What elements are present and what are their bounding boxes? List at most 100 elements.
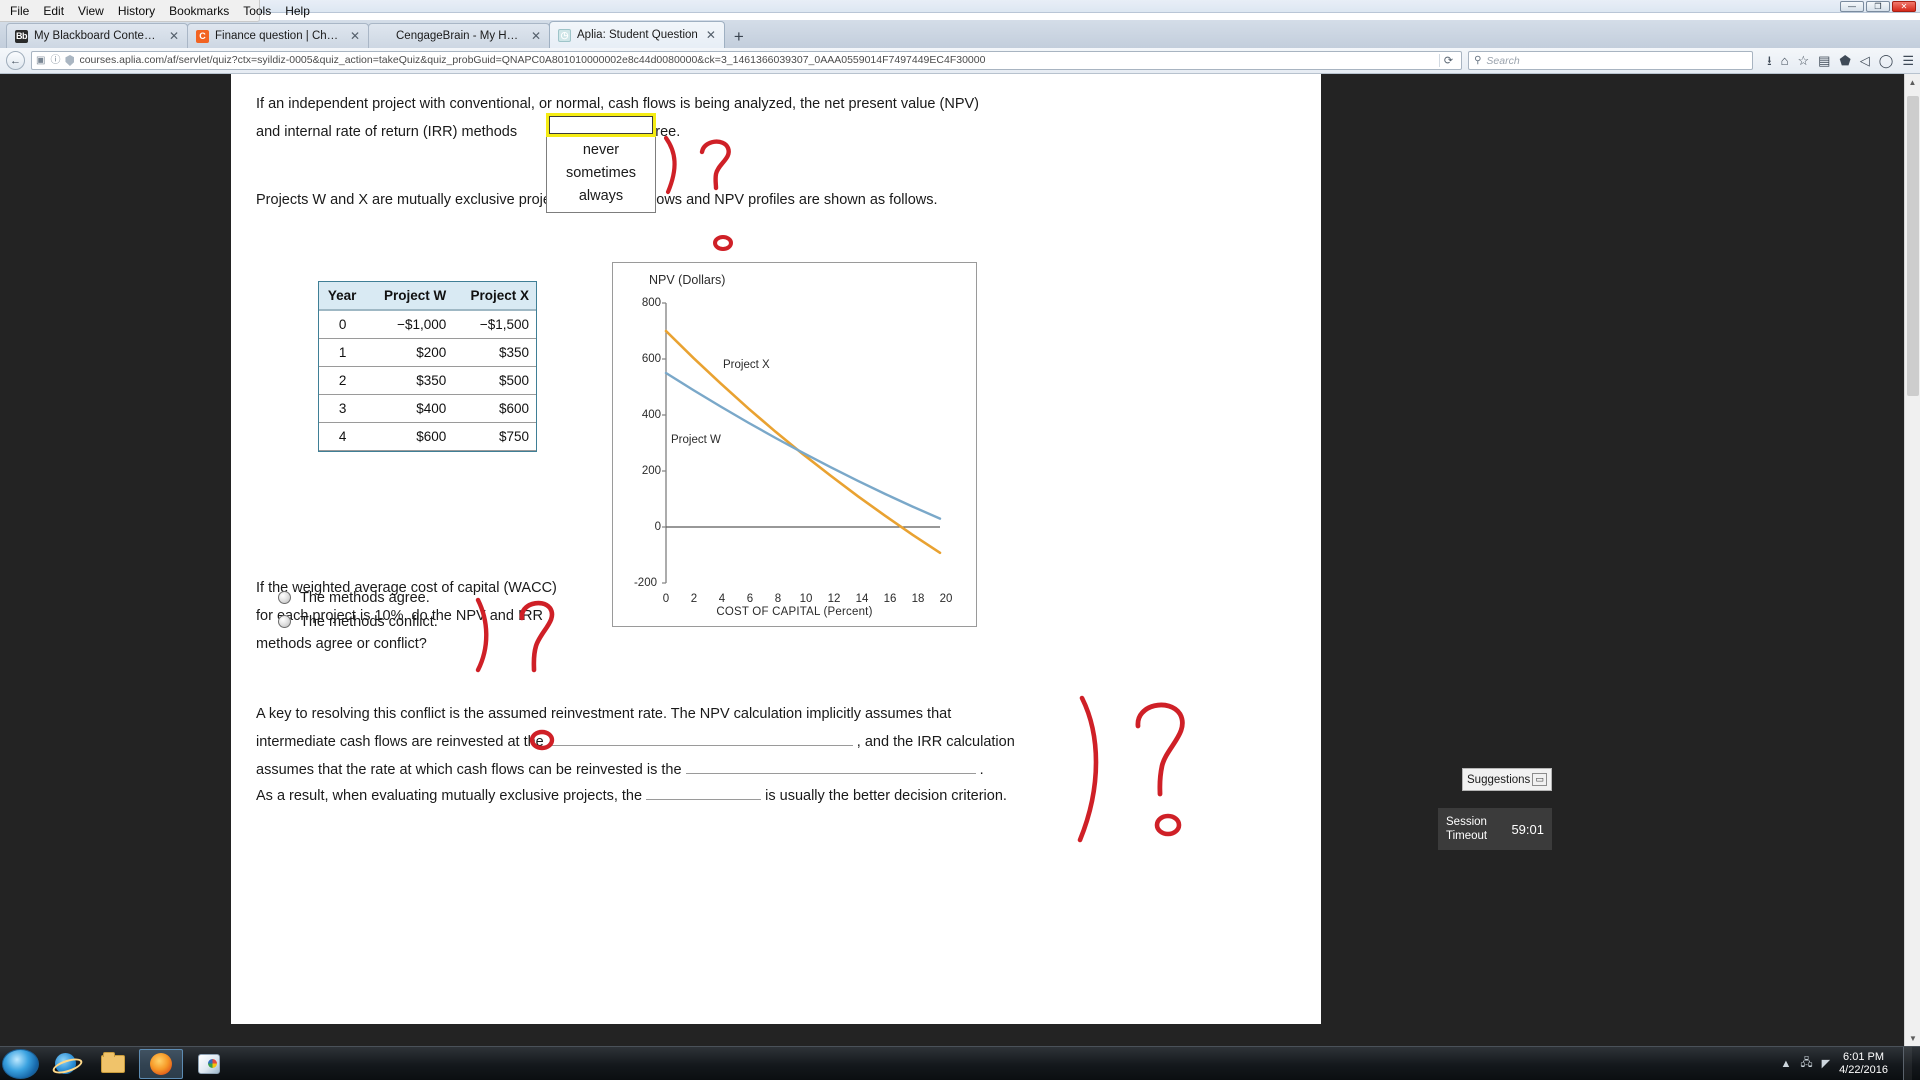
- cell-project-x: $600: [453, 395, 536, 423]
- search-bar[interactable]: ⚲ Search: [1468, 51, 1753, 70]
- result-blank[interactable]: [646, 799, 761, 800]
- taskbar-internet-explorer[interactable]: [43, 1049, 87, 1079]
- dropdown-option-sometimes[interactable]: sometimes: [547, 162, 655, 185]
- reinvest-blank-2[interactable]: [686, 773, 976, 774]
- npv-profile-chart: NPV (Dollars) 800 600 400 200 0 -200 0 2…: [612, 262, 977, 627]
- bookmark-star-icon[interactable]: ☆: [1798, 54, 1810, 67]
- radio-icon[interactable]: [278, 591, 291, 604]
- maximize-button[interactable]: ❐: [1866, 1, 1890, 12]
- tab-cengagebrain[interactable]: CengageBrain - My Home ✕: [368, 23, 550, 48]
- identity-icon[interactable]: ⓘ: [50, 56, 60, 66]
- library-icon[interactable]: ▤: [1818, 54, 1830, 67]
- network-icon[interactable]: 🖧: [1800, 1054, 1812, 1073]
- close-icon[interactable]: ✕: [167, 30, 181, 42]
- result-paragraph: As a result, when evaluating mutually ex…: [256, 782, 1256, 810]
- menu-edit[interactable]: Edit: [37, 3, 70, 19]
- page-icon: ▣: [36, 56, 45, 66]
- url-text: courses.aplia.com/af/servlet/quiz?ctx=sy…: [79, 55, 1433, 66]
- menu-bookmarks[interactable]: Bookmarks: [163, 3, 235, 19]
- reinvest-line-2a: intermediate cash flows are reinvested a…: [256, 734, 544, 750]
- radio-option-methods-agree[interactable]: The methods agree.: [278, 586, 438, 609]
- cell-project-w: $200: [366, 339, 453, 367]
- tab-label: My Blackboard Content – ...: [34, 30, 161, 42]
- menu-history[interactable]: History: [112, 3, 161, 19]
- scroll-up-icon[interactable]: ▲: [1905, 74, 1920, 90]
- menu-help[interactable]: Help: [279, 3, 316, 19]
- tab-aplia-student-question[interactable]: ◷ Aplia: Student Question ✕: [549, 21, 725, 48]
- close-icon[interactable]: ✕: [348, 30, 362, 42]
- wacc-line-3: methods agree or conflict?: [256, 636, 427, 652]
- blank-icon: [377, 30, 390, 43]
- reinvest-blank-1[interactable]: [548, 745, 853, 746]
- windows-taskbar: ▲ 🖧 ◤ 6:01 PM 4/22/2016: [0, 1046, 1920, 1080]
- internet-explorer-icon: [55, 1053, 76, 1074]
- radio-option-methods-conflict[interactable]: The methods conflict.: [278, 610, 438, 633]
- tab-strip: Bb My Blackboard Content – ... ✕ C Finan…: [0, 20, 1920, 48]
- tab-label: Aplia: Student Question: [577, 29, 698, 41]
- cell-year: 2: [319, 367, 366, 395]
- clock-time: 6:01 PM: [1839, 1051, 1888, 1064]
- file-explorer-icon: [101, 1055, 125, 1073]
- taskbar-firefox[interactable]: [139, 1049, 183, 1079]
- header-project-x: Project X: [453, 282, 536, 310]
- menu-tools[interactable]: Tools: [237, 3, 277, 19]
- taskbar-paint[interactable]: [187, 1049, 231, 1079]
- scroll-down-icon[interactable]: ▼: [1905, 1030, 1920, 1046]
- volume-icon[interactable]: ◤: [1822, 1057, 1830, 1070]
- shield-icon: [65, 55, 74, 66]
- start-button[interactable]: [2, 1049, 39, 1079]
- chart-plot-area: [613, 263, 978, 628]
- table-row: 1 $200 $350: [319, 339, 536, 367]
- tab-blackboard[interactable]: Bb My Blackboard Content – ... ✕: [6, 23, 188, 48]
- taskbar-clock[interactable]: 6:01 PM 4/22/2016: [1839, 1051, 1894, 1077]
- dropdown-option-never[interactable]: never: [547, 139, 655, 162]
- table-row: 3 $400 $600: [319, 395, 536, 423]
- paragraph1-line1: If an independent project with conventio…: [256, 96, 979, 112]
- menu-view[interactable]: View: [72, 3, 110, 19]
- minimize-button[interactable]: —: [1840, 1, 1864, 12]
- back-button[interactable]: ←: [6, 51, 25, 70]
- url-bar[interactable]: ▣ ⓘ courses.aplia.com/af/servlet/quiz?ct…: [31, 51, 1462, 70]
- cell-year: 3: [319, 395, 366, 423]
- home-icon[interactable]: ⌂: [1781, 54, 1789, 67]
- timeout-label-line1: Session: [1446, 815, 1487, 829]
- window-controls: — ❐ ✕: [1840, 1, 1916, 12]
- chat-icon[interactable]: ◯: [1879, 54, 1894, 67]
- close-icon[interactable]: ✕: [704, 29, 718, 41]
- tab-label: Finance question | Chegg.c...: [215, 30, 342, 42]
- menu-icon[interactable]: ☰: [1902, 54, 1914, 67]
- result-line-a: As a result, when evaluating mutually ex…: [256, 788, 642, 804]
- dropdown-option-always[interactable]: always: [547, 185, 655, 208]
- menu-file[interactable]: File: [4, 3, 35, 19]
- close-button[interactable]: ✕: [1892, 1, 1916, 12]
- taskbar-file-explorer[interactable]: [91, 1049, 135, 1079]
- radio-label: The methods agree.: [300, 590, 430, 606]
- cell-project-x: −$1,500: [453, 310, 536, 339]
- panel-icon[interactable]: ▭: [1532, 773, 1547, 786]
- radio-icon[interactable]: [278, 615, 291, 628]
- show-hidden-icon[interactable]: ▲: [1780, 1058, 1791, 1070]
- suggestions-label: Suggestions: [1467, 774, 1530, 786]
- tab-chegg[interactable]: C Finance question | Chegg.c... ✕: [187, 23, 369, 48]
- suggestions-panel[interactable]: Suggestions ▭: [1462, 768, 1552, 791]
- show-desktop-button[interactable]: [1903, 1047, 1912, 1080]
- aplia-clock-icon: ◷: [558, 29, 571, 42]
- cell-project-x: $350: [453, 339, 536, 367]
- download-icon[interactable]: ⭳: [1767, 54, 1772, 67]
- page-scrollbar[interactable]: ▲ ▼: [1904, 74, 1920, 1046]
- radio-label: The methods conflict.: [300, 614, 438, 630]
- new-tab-button[interactable]: +: [724, 28, 754, 48]
- reload-icon[interactable]: ⟳: [1439, 54, 1457, 67]
- session-timeout-label: Session Timeout: [1446, 815, 1487, 843]
- scrollbar-thumb[interactable]: [1907, 96, 1919, 396]
- dropdown-selected-value[interactable]: [546, 113, 656, 137]
- agreement-dropdown[interactable]: never sometimes always: [546, 113, 656, 213]
- cell-project-w: $600: [366, 423, 453, 451]
- pocket-icon[interactable]: ⬟: [1839, 54, 1850, 67]
- cashflow-table: Year Project W Project X 0 −$1,000 −$1,5…: [318, 281, 537, 452]
- reinvestment-paragraph: A key to resolving this conflict is the …: [256, 700, 1256, 784]
- browser-window: — ❐ ✕ File Edit View History Bookmarks T…: [0, 0, 1920, 1080]
- close-icon[interactable]: ✕: [529, 30, 543, 42]
- firefox-icon: [150, 1053, 172, 1075]
- share-icon[interactable]: ◁: [1860, 54, 1870, 67]
